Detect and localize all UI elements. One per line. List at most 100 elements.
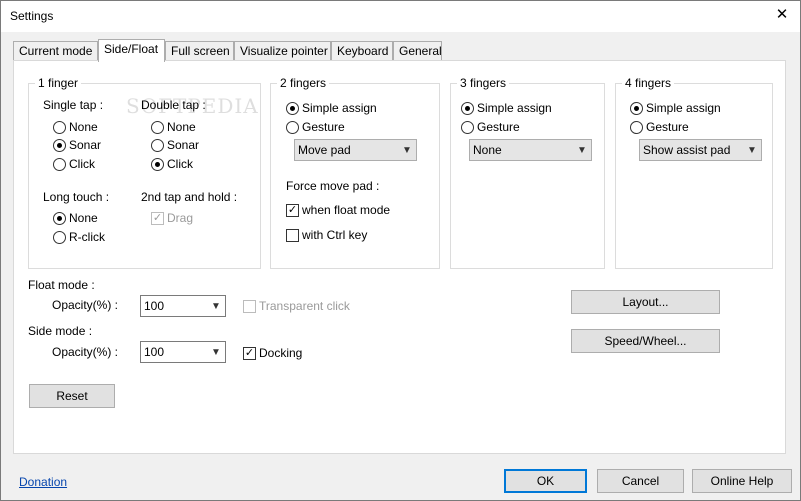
- double-tap-none-radio[interactable]: None: [151, 119, 196, 135]
- radio-label: Simple assign: [646, 101, 721, 115]
- four-fingers-dropdown[interactable]: Show assist pad ▼: [639, 139, 762, 161]
- double-tap-click-radio[interactable]: Click: [151, 156, 193, 172]
- radio-selected-icon: [630, 101, 643, 115]
- radio-selected-icon: [461, 101, 474, 115]
- window-title: Settings: [10, 9, 54, 23]
- radio-icon: [630, 120, 643, 134]
- chevron-down-icon: ▼: [747, 144, 757, 156]
- speed-wheel-button[interactable]: Speed/Wheel...: [571, 329, 720, 353]
- radio-icon: [151, 138, 164, 152]
- dropdown-value: None: [473, 143, 502, 157]
- three-fingers-simple-radio[interactable]: Simple assign: [461, 100, 552, 116]
- chevron-down-icon: ▼: [402, 144, 412, 156]
- radio-icon: [53, 120, 66, 134]
- checkbox-label: Docking: [259, 346, 303, 360]
- two-fingers-title: 2 fingers: [277, 76, 330, 90]
- radio-icon: [286, 120, 299, 134]
- checkmark-icon: ✓: [243, 346, 256, 360]
- long-touch-label: Long touch :: [43, 190, 110, 204]
- layout-button[interactable]: Layout...: [571, 290, 720, 314]
- four-fingers-gesture-radio[interactable]: Gesture: [630, 119, 689, 135]
- radio-label: Sonar: [167, 138, 200, 152]
- chevron-down-icon: ▼: [577, 144, 587, 156]
- transparent-click-checkbox: Transparent click: [243, 298, 350, 314]
- double-tap-sonar-radio[interactable]: Sonar: [151, 137, 199, 153]
- radio-label: R-click: [69, 230, 105, 244]
- radio-label: Gesture: [646, 120, 689, 134]
- ok-button[interactable]: OK: [504, 469, 587, 493]
- four-fingers-simple-radio[interactable]: Simple assign: [630, 100, 721, 116]
- three-fingers-group: 3 fingers Simple assign Gesture None ▼: [450, 76, 605, 269]
- two-fingers-group: 2 fingers Simple assign Gesture Move pad…: [270, 76, 440, 269]
- radio-icon: [53, 230, 66, 244]
- long-touch-rclick-radio[interactable]: R-click: [53, 229, 105, 245]
- three-fingers-dropdown[interactable]: None ▼: [469, 139, 592, 161]
- drag-checkbox: ✓ Drag: [151, 210, 193, 226]
- four-fingers-group: 4 fingers Simple assign Gesture Show ass…: [615, 76, 773, 269]
- single-tap-click-radio[interactable]: Click: [53, 156, 95, 172]
- long-touch-none-radio[interactable]: None: [53, 210, 98, 226]
- when-float-checkbox[interactable]: ✓ when float mode: [286, 202, 390, 218]
- double-tap-label: Double tap :: [141, 98, 206, 112]
- two-fingers-simple-radio[interactable]: Simple assign: [286, 100, 377, 116]
- close-icon[interactable]: ✕: [772, 5, 792, 25]
- settings-window: Settings ✕ Current mode Side/Float Full …: [0, 0, 801, 501]
- two-fingers-dropdown[interactable]: Move pad ▼: [294, 139, 417, 161]
- reset-button[interactable]: Reset: [29, 384, 115, 408]
- checkbox-label: Drag: [167, 211, 194, 225]
- tab-side-float[interactable]: Side/Float: [98, 39, 165, 62]
- dropdown-value: Show assist pad: [643, 143, 731, 157]
- tab-visualize-pointer[interactable]: Visualize pointer: [234, 41, 331, 61]
- tab-general[interactable]: General: [393, 41, 442, 61]
- chevron-down-icon: ▼: [211, 346, 221, 358]
- checkmark-icon: ✓: [286, 203, 299, 217]
- radio-icon: [53, 157, 66, 171]
- chevron-down-icon: ▼: [211, 300, 221, 312]
- two-fingers-gesture-radio[interactable]: Gesture: [286, 119, 345, 135]
- single-tap-label: Single tap :: [43, 98, 104, 112]
- side-mode-label: Side mode :: [28, 324, 93, 338]
- docking-checkbox[interactable]: ✓ Docking: [243, 345, 302, 361]
- single-tap-sonar-radio[interactable]: Sonar: [53, 137, 101, 153]
- checkbox-icon: [286, 228, 299, 242]
- radio-selected-icon: [286, 101, 299, 115]
- force-move-label: Force move pad :: [286, 179, 380, 193]
- one-finger-group: 1 finger Single tap : None Sonar Click D…: [28, 76, 261, 269]
- checkbox-label: Transparent click: [259, 299, 350, 313]
- side-opacity-dropdown[interactable]: 100 ▼: [140, 341, 226, 363]
- tab-current-mode[interactable]: Current mode: [13, 41, 98, 61]
- tab-full-screen[interactable]: Full screen: [165, 41, 234, 61]
- checkbox-label: with Ctrl key: [302, 228, 368, 242]
- with-ctrl-checkbox[interactable]: with Ctrl key: [286, 227, 367, 243]
- checkmark-icon: ✓: [151, 211, 164, 225]
- single-tap-none-radio[interactable]: None: [53, 119, 98, 135]
- radio-label: Sonar: [69, 138, 102, 152]
- dropdown-value: Move pad: [298, 143, 351, 157]
- radio-selected-icon: [53, 211, 66, 225]
- four-fingers-title: 4 fingers: [622, 76, 675, 90]
- donation-link[interactable]: Donation: [19, 475, 67, 489]
- three-fingers-title: 3 fingers: [457, 76, 510, 90]
- radio-label: Click: [69, 157, 95, 171]
- radio-label: None: [69, 211, 98, 225]
- dropdown-value: 100: [144, 299, 165, 313]
- tab-keyboard[interactable]: Keyboard: [331, 41, 393, 61]
- cancel-button[interactable]: Cancel: [597, 469, 684, 493]
- radio-selected-icon: [151, 157, 164, 171]
- side-opacity-label: Opacity(%) :: [52, 345, 119, 359]
- radio-icon: [461, 120, 474, 134]
- checkbox-label: when float mode: [302, 203, 391, 217]
- radio-selected-icon: [53, 138, 66, 152]
- radio-icon: [151, 120, 164, 134]
- side-float-panel: SOFTPEDIA 1 finger Single tap : None Son…: [13, 60, 786, 454]
- radio-label: Gesture: [302, 120, 345, 134]
- float-opacity-dropdown[interactable]: 100 ▼: [140, 295, 226, 317]
- online-help-button[interactable]: Online Help: [692, 469, 792, 493]
- radio-label: None: [69, 120, 98, 134]
- radio-label: Simple assign: [477, 101, 552, 115]
- dropdown-value: 100: [144, 345, 165, 359]
- radio-label: None: [167, 120, 196, 134]
- float-opacity-label: Opacity(%) :: [52, 298, 119, 312]
- second-tap-hold-label: 2nd tap and hold :: [141, 190, 238, 204]
- three-fingers-gesture-radio[interactable]: Gesture: [461, 119, 520, 135]
